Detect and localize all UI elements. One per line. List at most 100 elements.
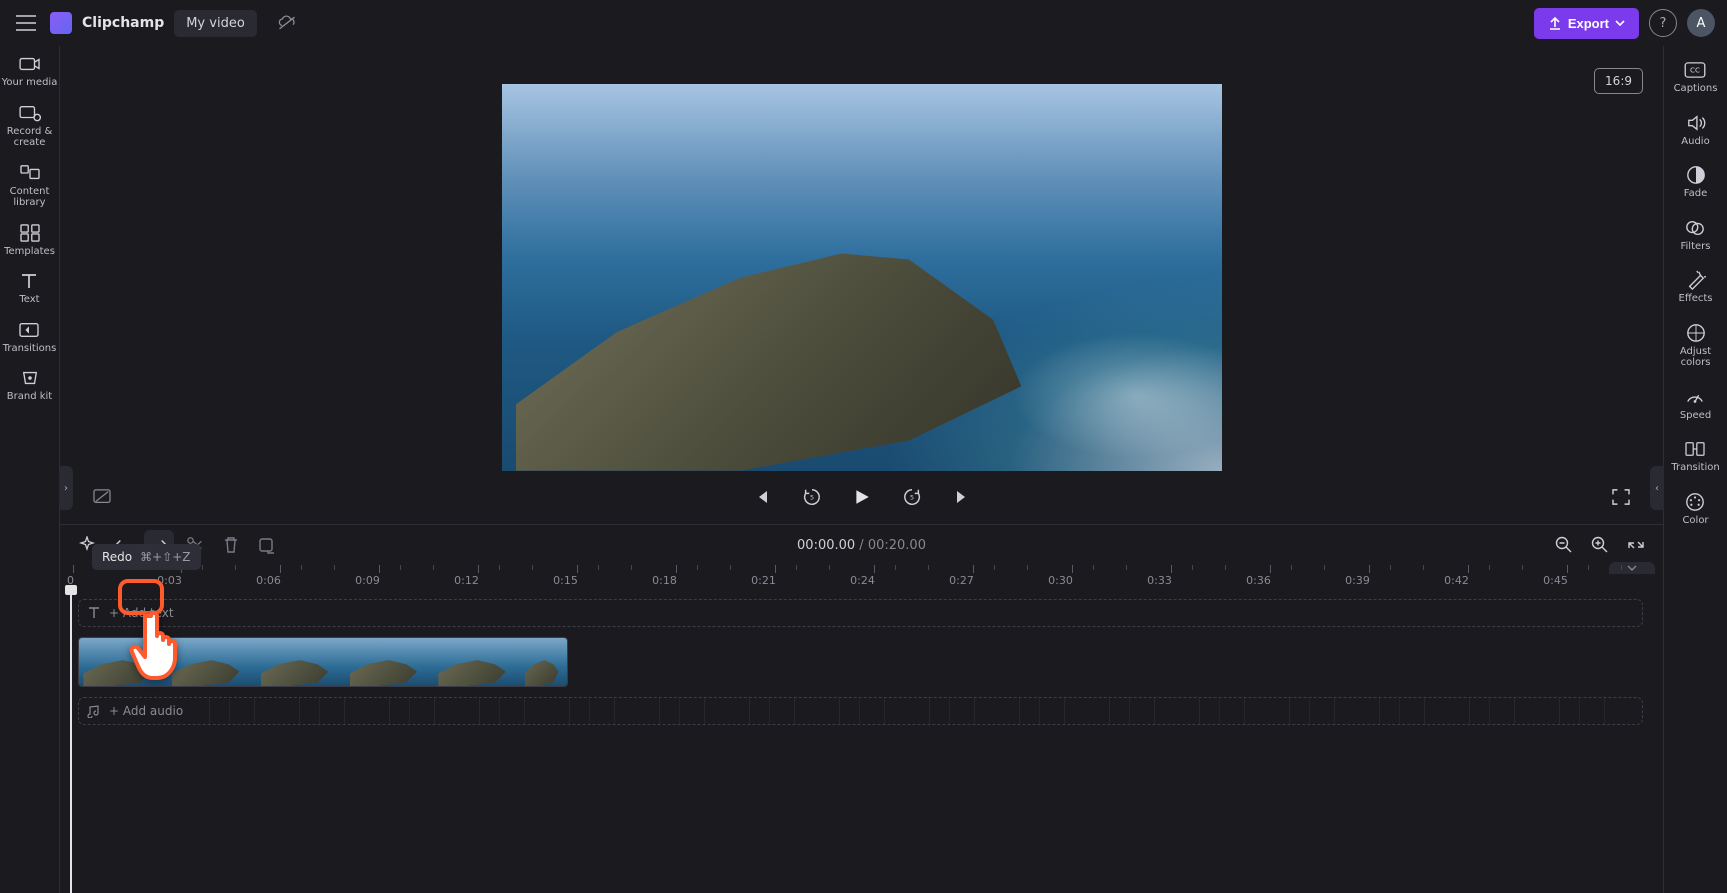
upload-icon xyxy=(1548,16,1562,30)
help-button[interactable]: ? xyxy=(1649,9,1677,37)
sidebar-item-your-media[interactable]: Your media xyxy=(2,54,58,89)
rewind-5s-button[interactable]: 5 xyxy=(798,483,826,511)
video-track[interactable] xyxy=(78,637,1643,687)
text-icon xyxy=(20,271,38,291)
app-name: Clipchamp xyxy=(82,15,164,31)
play-button[interactable] xyxy=(848,483,876,511)
sidebar-item-effects[interactable]: Effects xyxy=(1679,270,1713,305)
ruler-tick: 0:36 xyxy=(1258,565,1283,587)
sidebar-item-color[interactable]: Color xyxy=(1682,492,1708,527)
sidebar-item-label: Record & create xyxy=(0,126,59,149)
ruler-tick: 0 xyxy=(70,565,77,587)
color-icon xyxy=(1685,492,1705,512)
menu-button[interactable] xyxy=(12,9,40,37)
sidebar-item-audio[interactable]: Audio xyxy=(1681,113,1709,148)
sidebar-item-adjust-colors[interactable]: Adjust colors xyxy=(1664,323,1727,369)
sidebar-item-transition[interactable]: Transition xyxy=(1671,439,1719,474)
ruler-tick: 0:30 xyxy=(1060,565,1085,587)
sidebar-item-filters[interactable]: Filters xyxy=(1681,218,1711,253)
export-label: Export xyxy=(1568,16,1609,31)
ruler-tick: 0:18 xyxy=(664,565,689,587)
delete-button[interactable] xyxy=(216,530,246,560)
captions-icon: CC xyxy=(1684,60,1706,80)
sidebar-item-record-create[interactable]: Record & create xyxy=(0,103,59,149)
timecode: 00:00.00 / 00:20.00 xyxy=(797,538,926,553)
fullscreen-button[interactable] xyxy=(1607,483,1635,511)
sidebar-item-label: Captions xyxy=(1674,83,1718,95)
project-name[interactable]: My video xyxy=(174,10,257,37)
brand-kit-icon xyxy=(20,368,40,388)
sidebar-item-label: Speed xyxy=(1680,410,1711,422)
aspect-ratio-button[interactable]: 16:9 xyxy=(1594,68,1643,94)
ruler-tick: 0:21 xyxy=(763,565,788,587)
zoom-out-button[interactable] xyxy=(1549,530,1579,560)
ruler-tick: 0:27 xyxy=(961,565,986,587)
audio-track[interactable]: + Add audio xyxy=(78,697,1643,725)
adjust-colors-icon xyxy=(1686,323,1706,343)
library-icon xyxy=(19,163,41,183)
record-icon xyxy=(19,103,41,123)
svg-text:5: 5 xyxy=(809,495,813,502)
left-sidebar: Your media Record & create Content libra… xyxy=(0,46,60,893)
timeline: 00:00.00 / 00:20.00 00:030:060:090: xyxy=(60,524,1663,893)
sync-off-icon[interactable] xyxy=(273,9,301,37)
sidebar-item-label: Templates xyxy=(4,246,55,258)
sidebar-item-label: Transition xyxy=(1671,462,1719,474)
timeline-tracks: + Add text + Add audio xyxy=(60,587,1663,893)
sidebar-item-captions[interactable]: CC Captions xyxy=(1674,60,1718,95)
svg-text:CC: CC xyxy=(1691,66,1701,75)
text-track[interactable]: + Add text xyxy=(78,599,1643,627)
sidebar-item-label: Your media xyxy=(2,77,58,89)
right-sidebar: CC Captions Audio Fade Filters Effects A… xyxy=(1663,46,1727,893)
app-logo xyxy=(50,12,72,34)
safe-zone-toggle[interactable] xyxy=(88,483,116,511)
right-collapse-toggle[interactable]: ‹ xyxy=(1650,466,1664,510)
sidebar-item-transitions[interactable]: Transitions xyxy=(3,320,57,355)
fade-icon xyxy=(1686,165,1706,185)
fit-zoom-button[interactable] xyxy=(1621,530,1651,560)
zoom-in-button[interactable] xyxy=(1585,530,1615,560)
media-icon xyxy=(19,54,41,74)
svg-text:5: 5 xyxy=(909,495,913,502)
sidebar-item-label: Adjust colors xyxy=(1664,346,1727,369)
templates-icon xyxy=(20,223,40,243)
sidebar-item-label: Content library xyxy=(0,186,59,209)
speed-icon xyxy=(1685,387,1705,407)
timecode-total: 00:20.00 xyxy=(868,538,926,553)
export-button[interactable]: Export xyxy=(1534,8,1639,39)
timeline-ruler[interactable]: 00:030:060:090:120:150:180:210:240:270:3… xyxy=(60,565,1663,587)
sidebar-item-brand-kit[interactable]: Brand kit xyxy=(7,368,52,403)
transport-bar: 5 5 xyxy=(60,471,1663,524)
ruler-tick: 0:24 xyxy=(862,565,887,587)
left-collapse-toggle[interactable]: › xyxy=(59,466,73,510)
ruler-tick: 0:12 xyxy=(466,565,491,587)
sidebar-item-label: Audio xyxy=(1681,136,1709,148)
skip-end-button[interactable] xyxy=(948,483,976,511)
playhead[interactable] xyxy=(70,587,72,893)
sidebar-item-label: Filters xyxy=(1681,241,1711,253)
crop-button[interactable] xyxy=(252,530,282,560)
ruler-tick: 0:42 xyxy=(1456,565,1481,587)
sidebar-item-speed[interactable]: Speed xyxy=(1680,387,1711,422)
sidebar-item-label: Text xyxy=(19,294,39,306)
sidebar-item-fade[interactable]: Fade xyxy=(1684,165,1707,200)
preview-canvas[interactable] xyxy=(502,84,1222,471)
avatar[interactable]: A xyxy=(1687,9,1715,37)
sidebar-item-content-library[interactable]: Content library xyxy=(0,163,59,209)
sidebar-item-label: Color xyxy=(1682,515,1708,527)
audio-icon xyxy=(1686,113,1706,133)
annotation-cursor-hand xyxy=(124,606,194,690)
skip-start-button[interactable] xyxy=(748,483,776,511)
sidebar-item-text[interactable]: Text xyxy=(19,271,39,306)
preview-stage: 16:9 5 5 xyxy=(60,46,1663,524)
ruler-tick: 0:06 xyxy=(268,565,293,587)
sidebar-item-templates[interactable]: Templates xyxy=(4,223,55,258)
redo-tooltip: Redo ⌘+⇧+Z xyxy=(92,544,201,570)
forward-5s-button[interactable]: 5 xyxy=(898,483,926,511)
transitions-icon xyxy=(19,320,39,340)
transition-icon xyxy=(1685,439,1705,459)
chevron-down-icon xyxy=(1615,19,1625,27)
sidebar-item-label: Fade xyxy=(1684,188,1707,200)
tooltip-label: Redo xyxy=(102,550,132,564)
tooltip-shortcut: ⌘+⇧+Z xyxy=(140,550,190,564)
